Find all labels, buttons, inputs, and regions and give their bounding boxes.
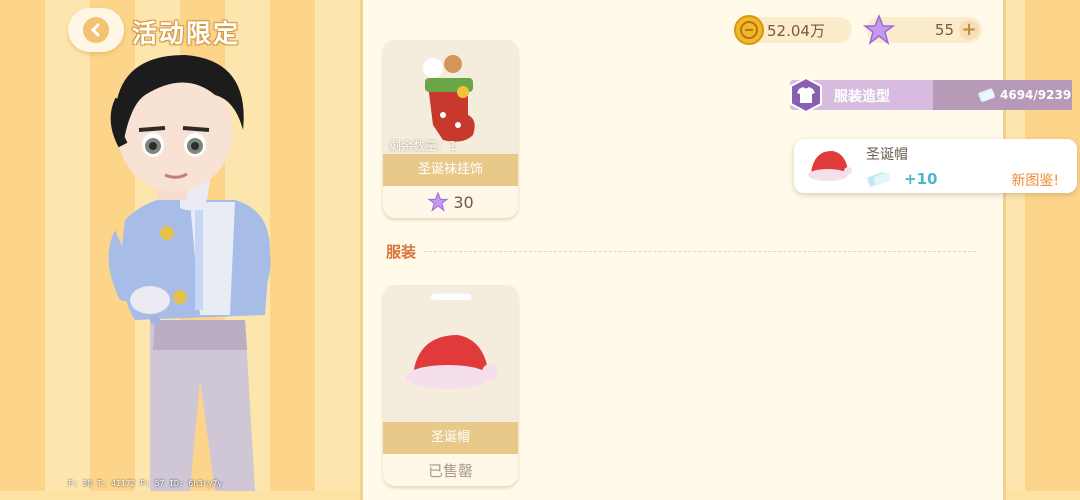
sold-out-label: 已售罄 — [383, 454, 518, 486]
santa-hat-icon — [808, 150, 852, 181]
outfit-style-bar: 服装造型 4694/9239 — [790, 77, 1072, 113]
back-button[interactable] — [68, 8, 124, 52]
item-name: 圣诞袜挂饰 — [383, 154, 518, 186]
debug-info: F: 30 T: 41172 P: 57 ID: 6h3ry7y — [68, 479, 223, 488]
item-price: 30 — [453, 192, 474, 212]
back-chevron-icon — [83, 17, 109, 43]
notice-item-name: 圣诞帽 — [866, 147, 908, 163]
coin-balance: 52.04万 — [734, 15, 852, 45]
reward-amount: +10 — [904, 170, 938, 188]
character-illustration — [108, 55, 271, 491]
stat-value: 4694/9239 — [1000, 88, 1072, 102]
item-card-santa-hat[interactable]: 圣诞帽 已售罄 — [383, 285, 518, 486]
new-collection-label: 新图鉴! — [1011, 173, 1059, 189]
ticket-icon — [978, 88, 995, 102]
coin-amount: 52.04万 — [767, 21, 825, 40]
item-card-stocking[interactable]: 剩余数量：1 圣诞袜挂饰 30 — [383, 40, 518, 218]
shirt-icon — [790, 77, 822, 113]
christmas-stocking-icon — [383, 40, 518, 152]
hanger — [430, 292, 472, 300]
stat-label: 服装造型 — [834, 89, 890, 105]
star-icon — [427, 191, 449, 212]
add-stars-button[interactable]: + — [959, 20, 979, 40]
star-balance: 55 + — [862, 13, 982, 45]
right-background — [1005, 0, 1080, 491]
remaining-quantity: 剩余数量：1 — [389, 139, 457, 153]
ticket-icon — [867, 172, 891, 187]
section-label: 服装 — [386, 243, 417, 261]
new-item-notice: 圣诞帽 +10 新图鉴! — [794, 139, 1077, 193]
item-name: 圣诞帽 — [383, 422, 518, 454]
coin-icon — [734, 15, 764, 45]
santa-hat-icon — [406, 335, 498, 389]
section-divider — [424, 251, 976, 252]
page-title: 活动限定 — [132, 19, 241, 48]
star-amount: 55 — [934, 21, 954, 39]
star-icon — [862, 13, 896, 45]
price-tag: 30 — [383, 186, 518, 218]
